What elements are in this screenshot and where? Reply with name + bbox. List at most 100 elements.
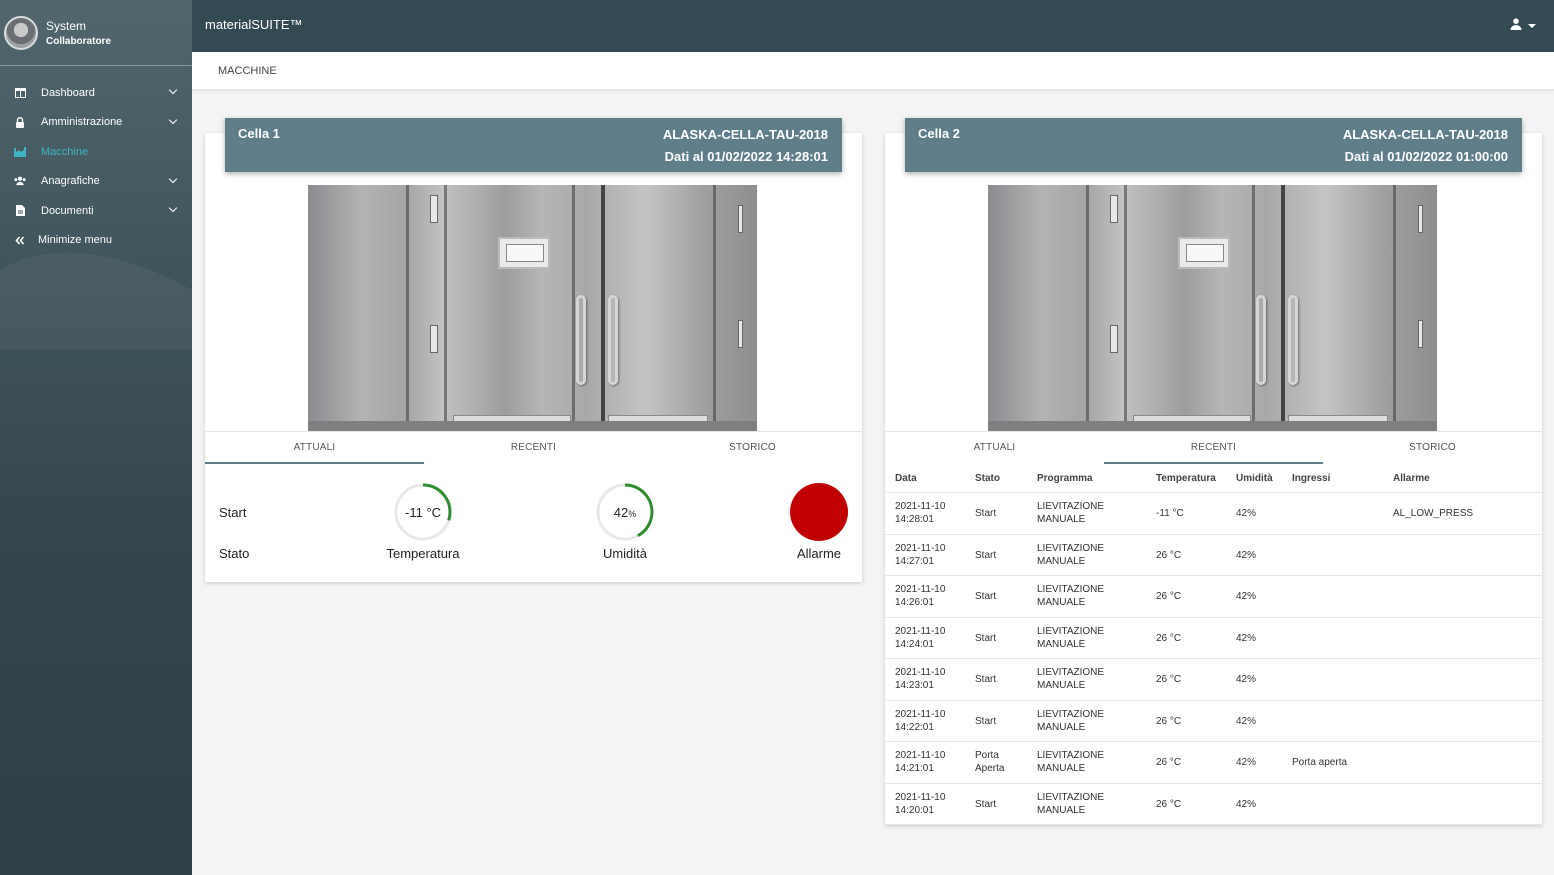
column-header-ingressi: Ingressi bbox=[1292, 473, 1331, 484]
cell-umidita: 42% bbox=[1236, 508, 1257, 519]
caret-down-icon bbox=[1528, 24, 1536, 28]
cell-temperatura: -11 °C bbox=[1156, 508, 1184, 519]
table-row[interactable]: 2021-11-10 14:28:01 Start LIEVITAZIONE MANUA… bbox=[885, 493, 1542, 535]
user-menu-button[interactable] bbox=[1510, 17, 1536, 35]
column-header-temperatura: Temperatura bbox=[1156, 473, 1216, 484]
tab-attuali[interactable]: ATTUALI bbox=[885, 432, 1104, 464]
cell-temperatura: 26 °C bbox=[1156, 715, 1182, 727]
card-title: Cella 1 bbox=[238, 126, 280, 141]
cell-data: 2021-11-10 14:22:01 bbox=[895, 708, 946, 733]
column-header-allarme: Allarme bbox=[1393, 473, 1430, 484]
sidebar-item-documenti[interactable]: Documenti bbox=[0, 196, 192, 226]
cell-umidita: 42% bbox=[1236, 591, 1257, 602]
sidebar-item-amministrazione[interactable]: Amministrazione bbox=[0, 108, 192, 138]
sidebar-item-label: Minimize menu bbox=[38, 234, 112, 247]
active-tab-indicator bbox=[1104, 462, 1323, 464]
cell-data: 2021-11-10 14:27:01 bbox=[895, 542, 946, 567]
industry-icon bbox=[14, 146, 26, 158]
cell-stato: Start bbox=[975, 715, 997, 727]
table-row[interactable]: 2021-11-10 14:26:01 Start LIEVITAZIONE MANUA… bbox=[885, 576, 1542, 618]
humidity-caption: Umidità bbox=[602, 546, 648, 561]
table-row[interactable]: 2021-11-10 14:24:01 Start LIEVITAZIONE MANUA… bbox=[885, 618, 1542, 659]
double-chevron-left-icon bbox=[14, 234, 26, 246]
column-header-umidita: Umidità bbox=[1236, 473, 1273, 484]
column-header-programma: Programma bbox=[1037, 473, 1093, 484]
alarm-indicator bbox=[790, 483, 848, 541]
users-icon bbox=[14, 175, 26, 187]
table-row[interactable]: 2021-11-10 14:20:01 Start LIEVITAZIONE MANUA… bbox=[885, 784, 1542, 825]
sidebar-item-label: Documenti bbox=[41, 204, 94, 217]
cell-temperatura: 26 °C bbox=[1156, 549, 1182, 561]
column-header-data: Data bbox=[895, 473, 917, 484]
recent-data-table: Data Stato Programma Temperatura Umidità… bbox=[885, 467, 1542, 825]
cell-data: 2021-11-10 14:20:01 bbox=[895, 791, 946, 816]
user-name: System bbox=[46, 18, 87, 33]
tab-recenti[interactable]: RECENTI bbox=[1104, 432, 1323, 464]
cell-allarme: AL_LOW_PRESS bbox=[1393, 508, 1474, 519]
machine-name: ALASKA-CELLA-TAU-2018 bbox=[662, 127, 828, 142]
tab-storico[interactable]: STORICO bbox=[643, 432, 862, 464]
cell-temperatura: 26 °C bbox=[1156, 798, 1182, 810]
tab-recenti[interactable]: RECENTI bbox=[424, 432, 643, 464]
cell-programma: LIEVITAZIONE MANUALE bbox=[1037, 750, 1105, 774]
cell-umidita: 42% bbox=[1236, 757, 1257, 768]
chevron-down-icon bbox=[168, 85, 178, 95]
app-brand[interactable]: materialSUITE™ bbox=[205, 17, 303, 32]
card-header: Cella 2 ALASKA-CELLA-TAU-2018 Dati al 01… bbox=[905, 118, 1522, 172]
topbar: materialSUITE™ bbox=[192, 0, 1554, 52]
cell-programma: LIEVITAZIONE MANUALE bbox=[1037, 791, 1105, 816]
cell-stato: Start bbox=[975, 798, 997, 810]
tab-attuali[interactable]: ATTUALI bbox=[205, 432, 424, 464]
data-timestamp: Dati al 01/02/2022 01:00:00 bbox=[1344, 149, 1508, 164]
cell-stato: Porta Aperta bbox=[975, 750, 1005, 774]
breadcrumb-bar: MACCHINE bbox=[192, 52, 1554, 90]
active-tab-indicator bbox=[205, 462, 424, 464]
cell-temperatura: 26 °C bbox=[1156, 674, 1182, 685]
sidebar-item-dashboard[interactable]: Dashboard bbox=[0, 78, 192, 108]
sidebar-item-macchine[interactable]: Macchine bbox=[0, 137, 192, 167]
table-row[interactable]: 2021-11-10 14:27:01 Start LIEVITAZIONE MANUA… bbox=[885, 535, 1542, 576]
user-profile[interactable]: System Collaboratore bbox=[0, 0, 192, 66]
sidebar: System Collaboratore Dashboard Amministr… bbox=[0, 0, 192, 875]
minimize-menu-button[interactable]: Minimize menu bbox=[0, 226, 192, 256]
alarm-caption: Allarme bbox=[796, 546, 842, 561]
card-title: Cella 2 bbox=[918, 126, 960, 141]
cell-stato: Start bbox=[975, 591, 997, 602]
cell-umidita: 42% bbox=[1236, 549, 1257, 561]
actual-values-panel: Start Stato -11 °C Temperatura 42% Umidi… bbox=[205, 473, 862, 573]
cell-data: 2021-11-10 14:21:01 bbox=[895, 750, 946, 774]
humidity-value: 42% bbox=[613, 505, 637, 520]
sidebar-item-anagrafiche[interactable]: Anagrafiche bbox=[0, 167, 192, 197]
tab-storico[interactable]: STORICO bbox=[1323, 432, 1542, 464]
dashboard-icon bbox=[14, 87, 26, 99]
cell-stato: Start bbox=[975, 549, 997, 561]
cell-stato: Start bbox=[975, 674, 997, 685]
sidebar-item-label: Dashboard bbox=[41, 86, 95, 99]
temperature-value: -11 °C bbox=[404, 505, 442, 520]
tab-bar: ATTUALI RECENTI STORICO bbox=[885, 431, 1542, 464]
cell-programma: LIEVITAZIONE MANUALE bbox=[1037, 584, 1105, 608]
cell-data: 2021-11-10 14:23:01 bbox=[895, 667, 946, 691]
cell-programma: LIEVITAZIONE MANUALE bbox=[1037, 625, 1105, 650]
lock-icon bbox=[14, 116, 26, 128]
chevron-down-icon bbox=[168, 174, 178, 183]
avatar bbox=[4, 15, 38, 50]
cell-programma: LIEVITAZIONE MANUALE bbox=[1037, 708, 1105, 733]
sidebar-item-label: Anagrafiche bbox=[41, 175, 100, 188]
start-label: Start bbox=[219, 505, 247, 520]
cell-temperatura: 26 °C bbox=[1156, 591, 1182, 602]
table-row[interactable]: 2021-11-10 14:21:01 Porta Aperta LIEVITAZION… bbox=[885, 742, 1542, 784]
table-row[interactable]: 2021-11-10 14:22:01 Start LIEVITAZIONE MANUA… bbox=[885, 701, 1542, 742]
column-header-stato: Stato bbox=[975, 473, 1000, 484]
stato-label: Stato bbox=[219, 546, 250, 561]
cell-ingressi: Porta aperta bbox=[1292, 757, 1348, 768]
table-row[interactable]: 2021-11-10 14:23:01 Start LIEVITAZIONE MANUA… bbox=[885, 659, 1542, 701]
chevron-down-icon bbox=[168, 115, 178, 124]
cell-temperatura: 26 °C bbox=[1156, 632, 1182, 644]
cell-umidita: 42% bbox=[1236, 798, 1257, 810]
cell-card-1: Cella 1 ALASKA-CELLA-TAU-2018 Dati al 01… bbox=[205, 118, 862, 582]
sidebar-item-label: Amministrazione bbox=[41, 116, 123, 129]
machine-photo bbox=[988, 185, 1437, 431]
machine-name: ALASKA-CELLA-TAU-2018 bbox=[1342, 127, 1508, 142]
card-header: Cella 1 ALASKA-CELLA-TAU-2018 Dati al 01… bbox=[225, 118, 842, 172]
